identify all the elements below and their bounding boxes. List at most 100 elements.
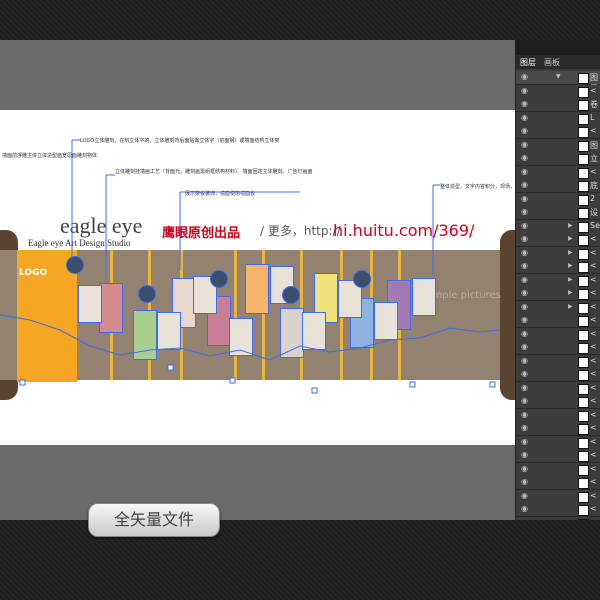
layer-row[interactable]: ◉< [516, 381, 600, 396]
visibility-eye-icon[interactable]: ◉ [521, 248, 530, 257]
visibility-eye-icon[interactable]: ◉ [521, 437, 530, 446]
visibility-eye-icon[interactable]: ◉ [521, 478, 530, 486]
visibility-eye-icon[interactable]: ◉ [521, 316, 530, 324]
layer-row[interactable]: ◉< [516, 503, 600, 517]
visibility-eye-icon[interactable]: ◉ [521, 302, 530, 311]
layer-row[interactable]: ◉< [516, 462, 600, 477]
layer-row[interactable]: ◉ ▶ < [516, 287, 600, 301]
visibility-eye-icon[interactable]: ◉ [521, 329, 530, 338]
layer-thumbnail [578, 221, 589, 233]
expand-toggle-icon[interactable]: ▶ [568, 249, 573, 256]
visibility-eye-icon[interactable]: ◉ [521, 451, 530, 459]
layer-row[interactable]: ◉ 设 [516, 206, 600, 220]
visibility-eye-icon[interactable]: ◉ [521, 86, 530, 95]
layer-thumbnail [578, 86, 589, 98]
layer-row[interactable]: ◉▼图层 [516, 71, 600, 93]
layer-row[interactable]: ◉ ▶ Se [516, 219, 600, 234]
layer-row[interactable]: ◉ 图 [516, 138, 600, 153]
layer-row[interactable]: ◉ 立 [516, 152, 600, 166]
layer-row[interactable]: ◉< [516, 314, 600, 328]
visibility-eye-icon[interactable]: ◉ [521, 127, 530, 135]
layer-thumbnail [578, 343, 589, 354]
glass-panel[interactable] [99, 283, 123, 333]
layer-row[interactable]: ◉ ▶ < [516, 233, 600, 247]
layer-thumbnail [578, 491, 589, 503]
layer-row[interactable]: ◉< [516, 327, 600, 342]
layer-row[interactable]: ◉ ▶ < [516, 300, 600, 315]
visibility-eye-icon[interactable]: ◉ [521, 370, 530, 378]
visibility-eye-icon[interactable]: ◉ [521, 289, 530, 297]
layer-row[interactable]: ◉< [516, 408, 600, 423]
visibility-eye-icon[interactable]: ◉ [521, 424, 530, 432]
visibility-eye-icon[interactable]: ◉ [521, 154, 530, 162]
layer-row[interactable]: ◉ ▶ < [516, 260, 600, 274]
expand-toggle-icon[interactable]: ▶ [568, 289, 573, 296]
visibility-eye-icon[interactable]: ◉ [521, 235, 530, 243]
globe-icon [210, 270, 228, 288]
visibility-eye-icon[interactable]: ◉ [521, 100, 530, 108]
layer-row[interactable]: ◉< [516, 125, 600, 139]
text-sign[interactable] [412, 278, 436, 316]
layer-row[interactable]: ◉< [516, 368, 600, 382]
layer-row[interactable]: ◉< [516, 84, 600, 99]
globe-icon [138, 285, 156, 303]
visibility-eye-icon[interactable]: ◉ [521, 410, 530, 419]
visibility-eye-icon[interactable]: ◉ [521, 464, 530, 473]
annotation-callout: 展示架板装饰，墙面使用墙面板 [185, 191, 256, 197]
expand-toggle-icon[interactable]: ▼ [556, 73, 561, 80]
layer-row[interactable]: ◉< [516, 422, 600, 436]
layer-thumbnail [578, 505, 589, 516]
visibility-eye-icon[interactable]: ◉ [521, 221, 530, 230]
visibility-eye-icon[interactable]: ◉ [521, 262, 530, 270]
glass-panel[interactable] [280, 308, 304, 358]
tab-artboards[interactable]: 画板 [544, 57, 560, 68]
visibility-eye-icon[interactable]: ◉ [521, 356, 530, 365]
layers-panel[interactable]: 图层 画板 ◉▼图层◉<◉卷◉L◉<◉图◉立◉<◉底◉2◉设◉▶Se◉▶<◉▶<… [515, 55, 600, 531]
text-sign[interactable] [157, 312, 181, 350]
layer-row[interactable]: ◉< [516, 435, 600, 450]
layer-row[interactable]: ◉< [516, 489, 600, 504]
layer-label: 图 [590, 140, 598, 150]
visibility-eye-icon[interactable]: ◉ [521, 194, 530, 203]
expand-toggle-icon[interactable]: ▶ [568, 262, 573, 269]
visibility-eye-icon[interactable]: ◉ [521, 73, 530, 81]
layer-row[interactable]: ◉ 2 [516, 192, 600, 207]
glass-panel[interactable] [245, 264, 269, 314]
layer-row[interactable]: ◉ L [516, 111, 600, 126]
layer-thumbnail [578, 410, 589, 422]
layer-row[interactable]: ◉ 卷 [516, 98, 600, 112]
text-sign[interactable] [229, 318, 253, 356]
visibility-eye-icon[interactable]: ◉ [521, 181, 530, 189]
layer-row[interactable]: ◉< [516, 476, 600, 490]
visibility-eye-icon[interactable]: ◉ [521, 275, 530, 284]
visibility-eye-icon[interactable]: ◉ [521, 140, 530, 149]
pillar [234, 250, 237, 380]
layer-row[interactable]: ◉< [516, 395, 600, 409]
layer-label: 设 [590, 208, 598, 217]
layer-row[interactable]: ◉< [516, 341, 600, 355]
panel-tabs: 图层 画板 [516, 55, 600, 69]
text-sign[interactable] [78, 285, 102, 323]
layer-row[interactable]: ◉ ▶ < [516, 246, 600, 261]
layer-row[interactable]: ◉< [516, 449, 600, 463]
text-sign[interactable] [374, 302, 398, 340]
expand-toggle-icon[interactable]: ▶ [568, 276, 573, 283]
tab-layers[interactable]: 图层 [520, 57, 536, 68]
expand-toggle-icon[interactable]: ▶ [568, 222, 573, 229]
visibility-eye-icon[interactable]: ◉ [521, 397, 530, 405]
layer-row[interactable]: ◉< [516, 354, 600, 369]
expand-toggle-icon[interactable]: ▶ [568, 303, 573, 310]
visibility-eye-icon[interactable]: ◉ [521, 343, 530, 351]
visibility-eye-icon[interactable]: ◉ [521, 208, 530, 216]
expand-toggle-icon[interactable]: ▶ [568, 235, 573, 242]
visibility-eye-icon[interactable]: ◉ [521, 167, 530, 176]
layer-row[interactable]: ◉ 底 [516, 179, 600, 193]
text-sign[interactable] [302, 312, 326, 350]
visibility-eye-icon[interactable]: ◉ [521, 113, 530, 122]
visibility-eye-icon[interactable]: ◉ [521, 491, 530, 500]
layer-row[interactable]: ◉ ▶ < [516, 273, 600, 288]
visibility-eye-icon[interactable]: ◉ [521, 383, 530, 392]
glass-panel[interactable] [133, 310, 157, 360]
layer-row[interactable]: ◉< [516, 165, 600, 180]
visibility-eye-icon[interactable]: ◉ [521, 505, 530, 513]
